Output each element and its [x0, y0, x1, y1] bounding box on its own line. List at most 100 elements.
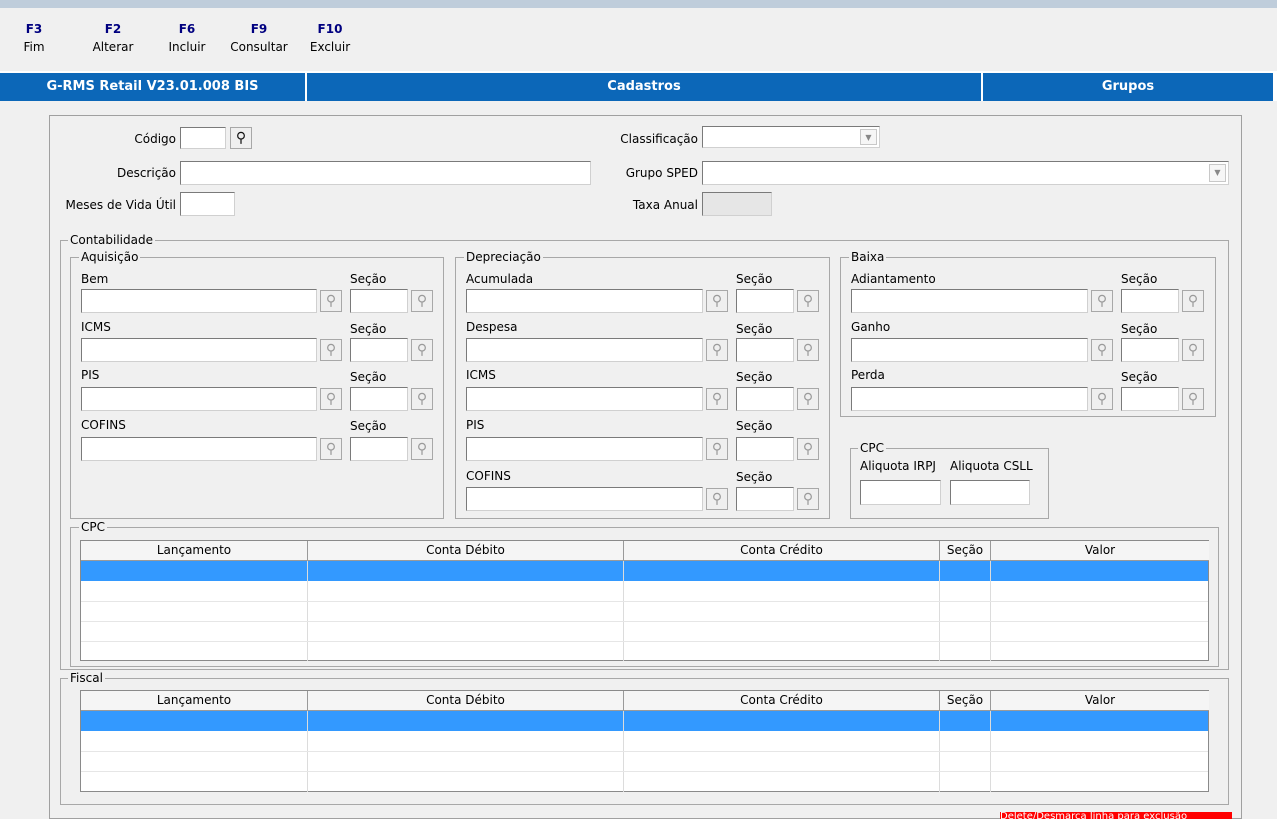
dp-despesa-input[interactable] [466, 338, 703, 362]
f10-excluir-button[interactable]: F10 Excluir [304, 22, 356, 54]
dp-cofins-search-button[interactable]: ⚲ [706, 488, 728, 510]
dp-cofins-input[interactable] [466, 487, 703, 511]
dp-despesa-search-button[interactable]: ⚲ [706, 339, 728, 361]
dp-acumulada-secao-input[interactable] [736, 289, 794, 313]
table-row[interactable] [81, 711, 1208, 731]
aq-pis-input[interactable] [81, 387, 317, 411]
dp-cofins-secao-input[interactable] [736, 487, 794, 511]
dp-icms-secao-input[interactable] [736, 387, 794, 411]
binoculars-icon: ⚲ [711, 441, 723, 457]
bx-adiantamento-secao-label: Seção [1121, 272, 1158, 286]
binoculars-icon: ⚲ [1096, 342, 1108, 358]
dp-icms-search-button[interactable]: ⚲ [706, 388, 728, 410]
dp-pis-secao-search-button[interactable]: ⚲ [797, 438, 819, 460]
aq-cofins-secao-search-button[interactable]: ⚲ [411, 438, 433, 460]
grupo-sped-select[interactable]: ▼ [702, 161, 1229, 185]
fiscal-grid[interactable]: Lançamento Conta Débito Conta Crédito Se… [80, 690, 1209, 792]
binoculars-icon: ⚲ [802, 391, 814, 407]
binoculars-icon: ⚲ [325, 391, 337, 407]
aq-cofins-input[interactable] [81, 437, 317, 461]
window-title-strip [0, 0, 1277, 8]
dp-acumulada-search-button[interactable]: ⚲ [706, 290, 728, 312]
bx-adiantamento-secao-search-button[interactable]: ⚲ [1182, 290, 1204, 312]
aq-cofins-search-button[interactable]: ⚲ [320, 438, 342, 460]
aq-cofins-secao-input[interactable] [350, 437, 408, 461]
aq-pis-secao-input[interactable] [350, 387, 408, 411]
aq-pis-secao-search-button[interactable]: ⚲ [411, 388, 433, 410]
binoculars-icon: ⚲ [802, 293, 814, 309]
aq-bem-input[interactable] [81, 289, 317, 313]
cpc-grid[interactable]: Lançamento Conta Débito Conta Crédito Se… [80, 540, 1209, 661]
col-conta-credito[interactable]: Conta Crédito [624, 691, 940, 711]
col-conta-debito[interactable]: Conta Débito [308, 541, 624, 561]
aq-bem-label: Bem [81, 272, 109, 286]
col-lancamento[interactable]: Lançamento [81, 541, 308, 561]
col-valor[interactable]: Valor [991, 541, 1209, 561]
bx-ganho-secao-input[interactable] [1121, 338, 1179, 362]
classificacao-select[interactable]: ▼ [702, 126, 880, 148]
aliquota-irpj-input[interactable] [860, 480, 941, 505]
descricao-input[interactable] [180, 161, 591, 185]
dp-cofins-secao-search-button[interactable]: ⚲ [797, 488, 819, 510]
aq-pis-search-button[interactable]: ⚲ [320, 388, 342, 410]
f2-alterar-button[interactable]: F2 Alterar [84, 22, 142, 54]
codigo-search-button[interactable]: ⚲ [230, 127, 252, 149]
aq-icms-secao-search-button[interactable]: ⚲ [411, 339, 433, 361]
col-conta-debito[interactable]: Conta Débito [308, 691, 624, 711]
dp-icms-secao-search-button[interactable]: ⚲ [797, 388, 819, 410]
meses-vida-util-input[interactable] [180, 192, 235, 216]
aliquota-csll-input[interactable] [950, 480, 1030, 505]
binoculars-icon: ⚲ [325, 342, 337, 358]
aq-bem-secao-input[interactable] [350, 289, 408, 313]
bx-ganho-search-button[interactable]: ⚲ [1091, 339, 1113, 361]
bx-perda-secao-input[interactable] [1121, 387, 1179, 411]
dp-cofins-secao-label: Seção [736, 470, 773, 484]
aq-icms-secao-input[interactable] [350, 338, 408, 362]
bx-perda-secao-search-button[interactable]: ⚲ [1182, 388, 1204, 410]
binoculars-icon: ⚲ [711, 293, 723, 309]
aq-bem-secao-label: Seção [350, 272, 387, 286]
f6-incluir-button[interactable]: F6 Incluir [160, 22, 214, 54]
col-secao[interactable]: Seção [940, 691, 991, 711]
descricao-label: Descrição [116, 166, 176, 180]
aq-icms-secao-label: Seção [350, 322, 387, 336]
chevron-down-icon[interactable]: ▼ [1209, 164, 1226, 182]
bx-ganho-input[interactable] [851, 338, 1088, 362]
bx-ganho-secao-label: Seção [1121, 322, 1158, 336]
bx-adiantamento-secao-input[interactable] [1121, 289, 1179, 313]
dp-pis-search-button[interactable]: ⚲ [706, 438, 728, 460]
f9-action-label: Consultar [230, 40, 288, 54]
aq-icms-input[interactable] [81, 338, 317, 362]
dp-icms-input[interactable] [466, 387, 703, 411]
dp-acumulada-input[interactable] [466, 289, 703, 313]
aq-icms-search-button[interactable]: ⚲ [320, 339, 342, 361]
dp-despesa-secao-input[interactable] [736, 338, 794, 362]
dp-pis-secao-input[interactable] [736, 437, 794, 461]
dp-despesa-secao-search-button[interactable]: ⚲ [797, 339, 819, 361]
binoculars-icon: ⚲ [711, 342, 723, 358]
f10-action-label: Excluir [309, 40, 351, 54]
table-row[interactable] [81, 561, 1208, 581]
bx-adiantamento-input[interactable] [851, 289, 1088, 313]
aq-bem-search-button[interactable]: ⚲ [320, 290, 342, 312]
codigo-input[interactable] [180, 127, 226, 149]
bx-adiantamento-search-button[interactable]: ⚲ [1091, 290, 1113, 312]
aq-bem-secao-search-button[interactable]: ⚲ [411, 290, 433, 312]
col-valor[interactable]: Valor [991, 691, 1209, 711]
col-conta-credito[interactable]: Conta Crédito [624, 541, 940, 561]
dp-acumulada-secao-search-button[interactable]: ⚲ [797, 290, 819, 312]
chevron-down-icon[interactable]: ▼ [860, 129, 877, 145]
aliquota-irpj-label: Aliquota IRPJ [860, 459, 936, 473]
f3-fim-button[interactable]: F3 Fim [12, 22, 56, 54]
bx-perda-input[interactable] [851, 387, 1088, 411]
aliquota-csll-label: Aliquota CSLL [950, 459, 1033, 473]
cpc-grid-title: CPC [79, 520, 107, 534]
binoculars-icon: ⚲ [416, 293, 428, 309]
f9-consultar-button[interactable]: F9 Consultar [224, 22, 294, 54]
dp-pis-input[interactable] [466, 437, 703, 461]
aquisicao-title: Aquisição [79, 250, 141, 264]
bx-perda-search-button[interactable]: ⚲ [1091, 388, 1113, 410]
bx-ganho-secao-search-button[interactable]: ⚲ [1182, 339, 1204, 361]
col-lancamento[interactable]: Lançamento [81, 691, 308, 711]
col-secao[interactable]: Seção [940, 541, 991, 561]
